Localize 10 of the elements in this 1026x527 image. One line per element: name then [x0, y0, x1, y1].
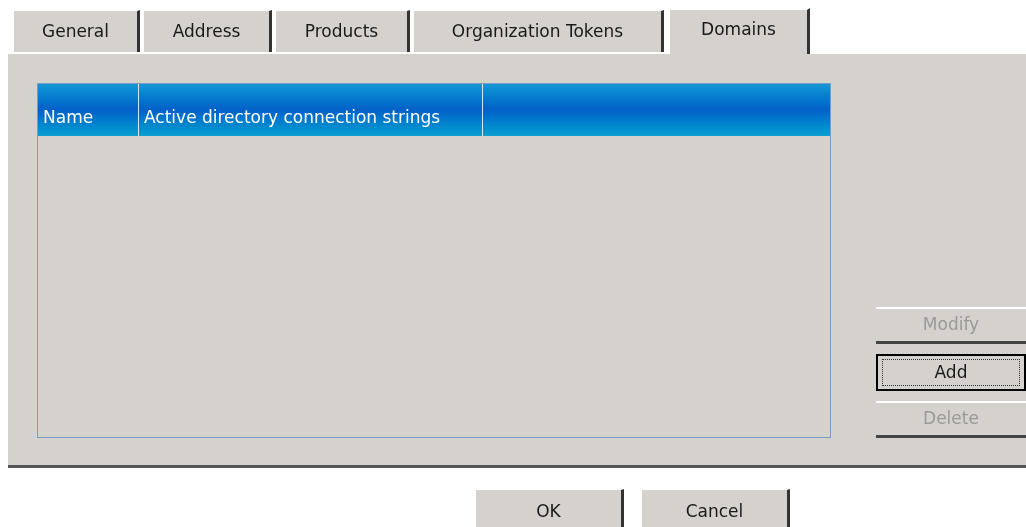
column-header[interactable]: Name [38, 84, 139, 136]
dialog-button[interactable]: Cancel [642, 489, 790, 527]
tab[interactable]: General [14, 10, 140, 52]
tab[interactable]: Organization Tokens [414, 10, 664, 52]
side-button[interactable]: Add [876, 354, 1026, 391]
tab[interactable]: Domains [668, 8, 810, 54]
tab[interactable]: Products [276, 10, 410, 52]
dialog-button[interactable]: OK [476, 489, 624, 527]
column-header[interactable]: Active directory connection strings [139, 84, 483, 136]
tab[interactable]: Address [144, 10, 272, 52]
